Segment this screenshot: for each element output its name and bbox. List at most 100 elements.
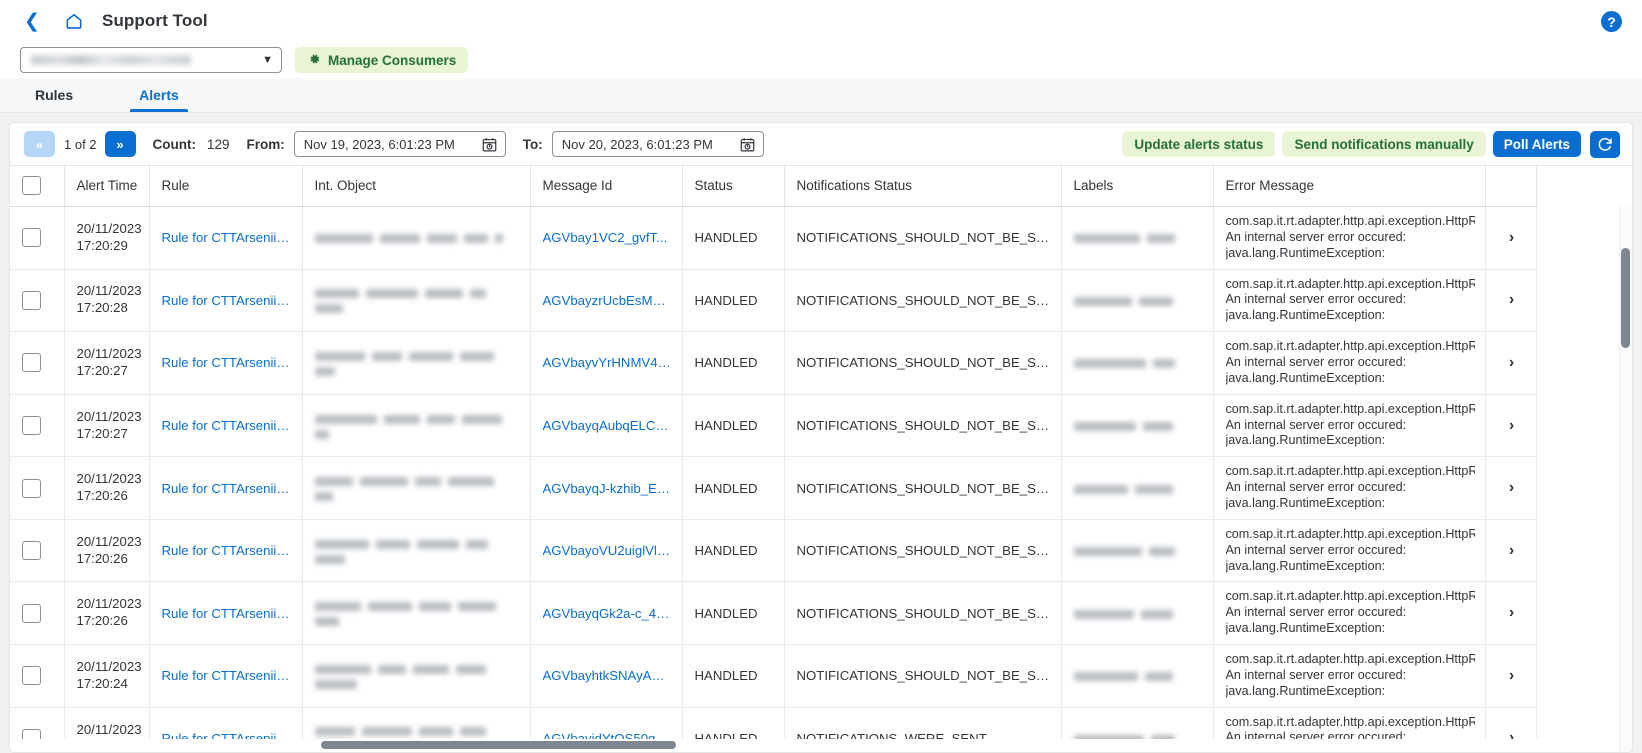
column-header-alert-time[interactable]: Alert Time [64, 166, 150, 207]
row-checkbox[interactable] [22, 416, 41, 436]
cell-notifications-status: NOTIFICATIONS_SHOULD_NOT_BE_SENT [784, 456, 1062, 520]
rule-link[interactable]: Rule for CTTArseniiT... [162, 355, 292, 370]
rule-link[interactable]: Rule for CTTArseniiT... [162, 230, 292, 245]
cell-int-object [302, 456, 531, 520]
message-id-link[interactable]: AGVbayqGk2a-c_4w... [543, 606, 672, 621]
row-checkbox[interactable] [22, 541, 41, 561]
table-row[interactable]: 20/11/2023 17:20:26 Rule for CTTArseniiT.… [10, 519, 1537, 583]
refresh-icon[interactable] [1590, 130, 1620, 158]
row-checkbox[interactable] [22, 228, 41, 248]
tab-alerts[interactable]: Alerts [130, 78, 188, 112]
row-checkbox[interactable] [22, 603, 41, 623]
row-checkbox[interactable] [22, 290, 41, 310]
row-detail-chevron-icon[interactable]: › [1485, 394, 1537, 458]
rule-link[interactable]: Rule for CTTArseniiT... [162, 481, 292, 496]
labels-value-redacted [1073, 606, 1203, 621]
row-detail-chevron-icon[interactable]: › [1485, 519, 1537, 583]
row-select-cell [10, 519, 65, 583]
from-date-input[interactable]: Nov 19, 2023, 6:01:23 PM [293, 131, 506, 158]
table-row[interactable]: 20/11/2023 17:20:27 Rule for CTTArseniiT.… [10, 331, 1537, 395]
column-header-rule[interactable]: Rule [149, 166, 303, 207]
row-select-cell [10, 331, 65, 395]
table-row[interactable]: 20/11/2023 17:20:26 Rule for CTTArseniiT.… [10, 456, 1537, 520]
message-id-link[interactable]: AGVbayqJ-kzhib_En... [543, 481, 672, 496]
row-checkbox[interactable] [22, 478, 41, 498]
column-header-int-object[interactable]: Int. Object [302, 166, 531, 207]
table-row[interactable]: 20/11/2023 17:20:28 Rule for CTTArseniiT.… [10, 269, 1537, 333]
vertical-scrollbar-thumb[interactable] [1621, 248, 1630, 348]
table-row[interactable]: 20/11/2023 17:20:26 Rule for CTTArseniiT.… [10, 581, 1537, 646]
status-value: HANDLED [694, 668, 758, 684]
message-id-link[interactable]: AGVbayhtkSNAyA_z... [543, 668, 672, 683]
alerts-table-scroll[interactable]: Alert Time Rule Int. Object Message Id S… [10, 165, 1632, 752]
alert-time-value: 20/11/2023 17:20:27 [76, 408, 142, 441]
message-id-link[interactable]: AGVbayoVU2uiglVlQ... [543, 543, 672, 558]
rule-link[interactable]: Rule for CTTArseniiT... [162, 418, 292, 433]
gear-icon [307, 52, 321, 69]
cell-alert-time: 20/11/2023 17:20:27 [64, 331, 150, 395]
cell-message-id: AGVbayzrUcbEsMTw... [530, 269, 683, 333]
back-chevron-glyph: ❮ [24, 10, 40, 32]
vertical-scrollbar-track[interactable] [1619, 206, 1632, 752]
select-all-checkbox[interactable] [22, 176, 41, 195]
back-chevron-icon[interactable]: ❮ [18, 7, 46, 35]
tab-rules[interactable]: Rules [26, 78, 82, 112]
prev-page-button[interactable]: « [24, 131, 55, 157]
send-notifications-manually-button[interactable]: Send notifications manually [1282, 131, 1486, 157]
manage-consumers-button[interactable]: Manage Consumers [295, 47, 469, 73]
row-detail-chevron-icon[interactable]: › [1485, 644, 1537, 708]
support-tool-app: ❮ Support Tool ? ▼ Manage Consumers Rule… [0, 0, 1642, 753]
content-area: « 1 of 2 » Count: 129 From: Nov 19, 2023… [0, 113, 1642, 753]
poll-alerts-button[interactable]: Poll Alerts [1492, 131, 1581, 157]
cell-error-message: com.sap.it.rt.adapter.http.api.exception… [1213, 206, 1486, 270]
table-row[interactable]: 20/11/2023 17:20:27 Rule for CTTArseniiT.… [10, 394, 1537, 458]
cell-notifications-status: NOTIFICATIONS_SHOULD_NOT_BE_SENT [784, 206, 1062, 270]
cell-alert-time: 20/11/2023 17:20:28 [64, 269, 150, 333]
column-header-actions [1485, 166, 1537, 207]
consumer-select[interactable]: ▼ [20, 47, 282, 73]
alert-time-value: 20/11/2023 17:20:26 [76, 533, 142, 566]
row-detail-chevron-icon[interactable]: › [1485, 331, 1537, 395]
int-object-value-redacted [314, 230, 520, 245]
message-id-link[interactable]: AGVbayzrUcbEsMTw... [543, 293, 672, 308]
rule-link[interactable]: Rule for CTTArseniiT... [162, 293, 292, 308]
row-detail-chevron-icon[interactable]: › [1485, 581, 1537, 646]
to-date-input[interactable]: Nov 20, 2023, 6:01:23 PM [551, 131, 764, 158]
calendar-icon[interactable] [481, 136, 498, 158]
help-icon[interactable]: ? [1601, 11, 1622, 32]
error-message-value: com.sap.it.rt.adapter.http.api.exception… [1225, 464, 1475, 511]
cell-notifications-status: NOTIFICATIONS_SHOULD_NOT_BE_SENT [784, 644, 1062, 708]
rule-link[interactable]: Rule for CTTArseniiT... [162, 606, 292, 621]
rule-link[interactable]: Rule for CTTArseniiT... [162, 543, 292, 558]
error-message-value: com.sap.it.rt.adapter.http.api.exception… [1225, 652, 1475, 698]
column-header-error-message[interactable]: Error Message [1213, 166, 1486, 207]
cell-rule: Rule for CTTArseniiT... [149, 331, 303, 395]
column-header-labels[interactable]: Labels [1061, 166, 1214, 207]
table-row[interactable]: 20/11/2023 17:20:29 Rule for CTTArseniiT.… [10, 206, 1537, 270]
column-header-message-id[interactable]: Message Id [530, 166, 683, 207]
table-row[interactable]: 20/11/2023 17:20:24 Rule for CTTArseniiT.… [10, 644, 1537, 708]
int-object-value-redacted [314, 348, 520, 378]
column-header-status[interactable]: Status [682, 166, 785, 207]
int-object-value-redacted [314, 598, 520, 628]
update-alerts-status-button[interactable]: Update alerts status [1122, 131, 1276, 157]
manage-consumers-label: Manage Consumers [328, 52, 457, 68]
horizontal-scrollbar-track[interactable] [10, 739, 1619, 752]
next-page-button[interactable]: » [104, 131, 136, 157]
calendar-icon[interactable] [739, 136, 756, 158]
row-checkbox[interactable] [22, 666, 41, 686]
row-detail-chevron-icon[interactable]: › [1485, 456, 1537, 520]
row-detail-chevron-icon[interactable]: › [1485, 206, 1537, 270]
message-id-link[interactable]: AGVbayqAubqELCzI... [543, 418, 672, 433]
row-checkbox[interactable] [22, 353, 41, 373]
message-id-link[interactable]: AGVbay1VC2_gvfT... [543, 230, 672, 245]
row-detail-chevron-icon[interactable]: › [1485, 269, 1537, 333]
cell-rule: Rule for CTTArseniiT... [149, 206, 303, 270]
cell-int-object [302, 644, 531, 708]
message-id-link[interactable]: AGVbayvYrHNMV4fx... [543, 355, 672, 370]
home-icon[interactable] [60, 7, 88, 35]
column-header-notifications-status[interactable]: Notifications Status [784, 166, 1062, 207]
rule-link[interactable]: Rule for CTTArseniiT... [162, 668, 292, 683]
horizontal-scrollbar-thumb[interactable] [321, 741, 676, 749]
cell-int-object [302, 394, 531, 458]
